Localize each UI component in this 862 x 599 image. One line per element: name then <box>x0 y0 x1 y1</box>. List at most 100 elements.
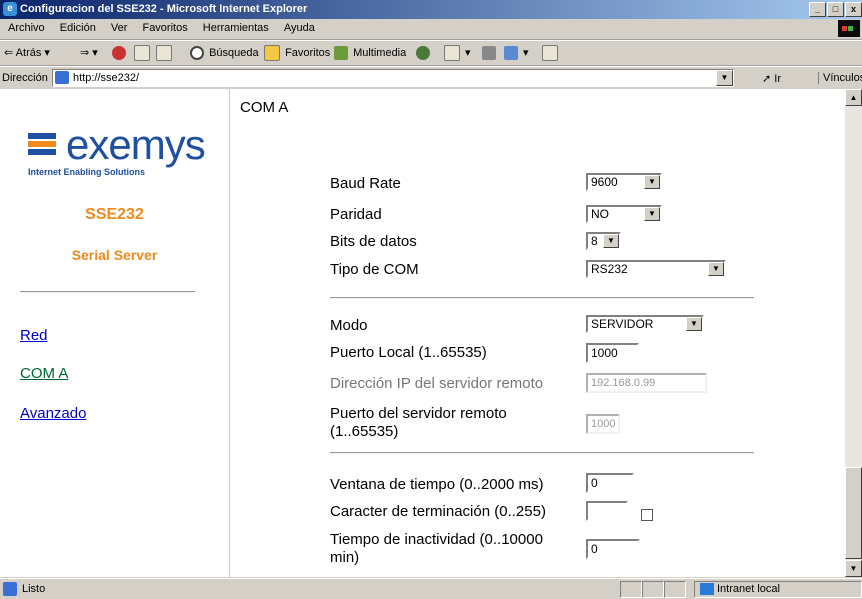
scroll-up-icon[interactable]: ▲ <box>845 89 862 106</box>
edit-icon <box>504 46 518 61</box>
search-icon <box>190 46 204 61</box>
address-bar: Dirección http://sse232/ ▼ ➚ Ir Vínculos <box>0 66 862 90</box>
links-button[interactable]: Vínculos <box>818 72 862 84</box>
security-zone: Intranet local <box>700 583 780 596</box>
favorites-label: Favoritos <box>285 47 331 59</box>
page-icon <box>55 71 69 84</box>
stop-icon <box>112 46 126 61</box>
chevron-down-icon: ▼ <box>686 317 702 331</box>
menu-ver[interactable]: Ver <box>105 19 134 37</box>
ventana-input[interactable]: 0 <box>586 473 634 493</box>
puerto-remoto-label-1: Puerto del servidor remoto <box>330 405 507 422</box>
paridad-select[interactable]: NO ▼ <box>586 205 662 223</box>
modo-select[interactable]: SERVIDOR ▼ <box>586 315 704 333</box>
address-input[interactable]: http://sse232/ ▼ <box>52 69 734 87</box>
modo-value: SERVIDOR <box>591 317 654 331</box>
tipo-com-value: RS232 <box>591 262 628 276</box>
stop-button[interactable] <box>112 45 128 61</box>
search-button[interactable]: Búsqueda <box>190 45 259 61</box>
nav-link-red[interactable]: Red <box>20 327 48 344</box>
window-controls: _ □ x <box>808 2 862 17</box>
back-label: Atrás <box>15 47 42 59</box>
baud-rate-select[interactable]: 9600 ▼ <box>586 173 662 191</box>
home-icon <box>156 45 172 62</box>
ip-remoto-input[interactable]: 192.168.0.99 <box>586 373 707 393</box>
chevron-down-icon: ▼ <box>644 175 660 189</box>
go-label: Ir <box>774 73 782 85</box>
address-dropdown-icon[interactable]: ▼ <box>716 70 733 86</box>
section-divider <box>330 297 754 299</box>
maximize-button[interactable]: □ <box>827 2 844 17</box>
puerto-remoto-label-2: (1..65535) <box>330 423 399 440</box>
status-panel <box>620 581 642 598</box>
menu-archivo[interactable]: Archivo <box>2 19 51 37</box>
discuss-icon <box>542 45 558 62</box>
mail-button[interactable]: ▾ <box>444 45 471 62</box>
product-name: SSE232 <box>85 206 144 223</box>
scroll-thumb[interactable] <box>845 467 862 559</box>
scroll-down-icon[interactable]: ▼ <box>845 560 862 577</box>
refresh-button[interactable] <box>134 45 152 62</box>
menu-edicion[interactable]: Edición <box>54 19 102 37</box>
inactividad-label-2: min) <box>330 549 360 566</box>
page-title: COM A <box>240 99 289 116</box>
nav-link-avanzado[interactable]: Avanzado <box>20 405 86 422</box>
puerto-local-input[interactable]: 1000 <box>586 343 639 363</box>
history-button[interactable] <box>416 45 432 61</box>
mail-icon <box>444 45 460 62</box>
intranet-icon <box>700 583 714 596</box>
section-divider <box>330 452 754 454</box>
ventana-label: Ventana de tiempo (0..2000 ms) <box>330 476 544 493</box>
toolbar: ⇐ Atrás ▾ ⇒ ▾ Búsqueda Favoritos Multime… <box>0 40 862 66</box>
logo-wordmark: exemys <box>66 121 206 168</box>
menu-favoritos[interactable]: Favoritos <box>136 19 193 37</box>
bits-datos-select[interactable]: 8 ▼ <box>586 232 621 250</box>
puerto-remoto-input[interactable]: 1000 <box>586 414 620 434</box>
chevron-down-icon: ▼ <box>644 207 660 221</box>
caracter-checkbox[interactable] <box>641 509 653 521</box>
caracter-input[interactable] <box>586 501 628 521</box>
forward-button[interactable]: ⇒ ▾ <box>80 45 98 61</box>
close-button[interactable]: x <box>845 2 862 17</box>
home-button[interactable] <box>156 45 174 62</box>
discuss-button[interactable] <box>542 45 560 62</box>
modo-label: Modo <box>330 317 368 334</box>
go-button[interactable]: ➚ Ir <box>762 72 781 85</box>
nav-link-com-a[interactable]: COM A <box>20 365 68 382</box>
menu-ayuda[interactable]: Ayuda <box>278 19 321 37</box>
print-button[interactable] <box>482 45 498 61</box>
chevron-down-icon: ▼ <box>708 262 724 276</box>
favorites-button[interactable]: Favoritos <box>264 45 331 62</box>
back-button[interactable]: ⇐ Atrás ▾ <box>4 45 50 61</box>
tipo-com-select[interactable]: RS232 ▼ <box>586 260 726 278</box>
status-panel <box>642 581 664 598</box>
minimize-button[interactable]: _ <box>809 2 826 17</box>
multimedia-icon <box>334 46 348 61</box>
baud-rate-value: 9600 <box>591 175 618 189</box>
inactividad-input[interactable]: 0 <box>586 539 640 559</box>
logo-tagline: Internet Enabling Solutions <box>28 167 145 177</box>
edit-button[interactable]: ▾ <box>504 45 529 61</box>
title-bar: e Configuracion del SSE232 - Microsoft I… <box>0 0 862 19</box>
status-text: Listo <box>22 583 46 595</box>
vertical-scrollbar[interactable]: ▲ ▼ <box>845 89 862 577</box>
product-subtitle: Serial Server <box>71 247 158 263</box>
caracter-label: Caracter de terminación (0..255) <box>330 503 546 520</box>
go-arrow-icon: ➚ <box>762 73 772 85</box>
tipo-com-label: Tipo de COM <box>330 261 419 278</box>
menu-herramientas[interactable]: Herramientas <box>197 19 275 37</box>
chevron-down-icon: ▼ <box>603 234 619 248</box>
print-icon <box>482 46 496 61</box>
status-panel <box>664 581 686 598</box>
back-arrow-icon: ⇐ <box>4 47 14 59</box>
search-label: Búsqueda <box>209 47 259 59</box>
status-bar: Listo Intranet local <box>0 578 862 599</box>
paridad-value: NO <box>591 207 609 221</box>
favorites-icon <box>264 45 280 62</box>
ip-remoto-label: Dirección IP del servidor remoto <box>330 375 544 392</box>
sidebar: exemys Internet Enabling Solutions SSE23… <box>0 89 230 577</box>
config-form: COM A Baud Rate 9600 ▼ Paridad NO ▼ Bits… <box>230 89 845 577</box>
inactividad-label-1: Tiempo de inactividad (0..10000 <box>330 531 543 548</box>
ie-icon: e <box>3 2 17 16</box>
multimedia-button[interactable]: Multimedia <box>334 45 406 61</box>
